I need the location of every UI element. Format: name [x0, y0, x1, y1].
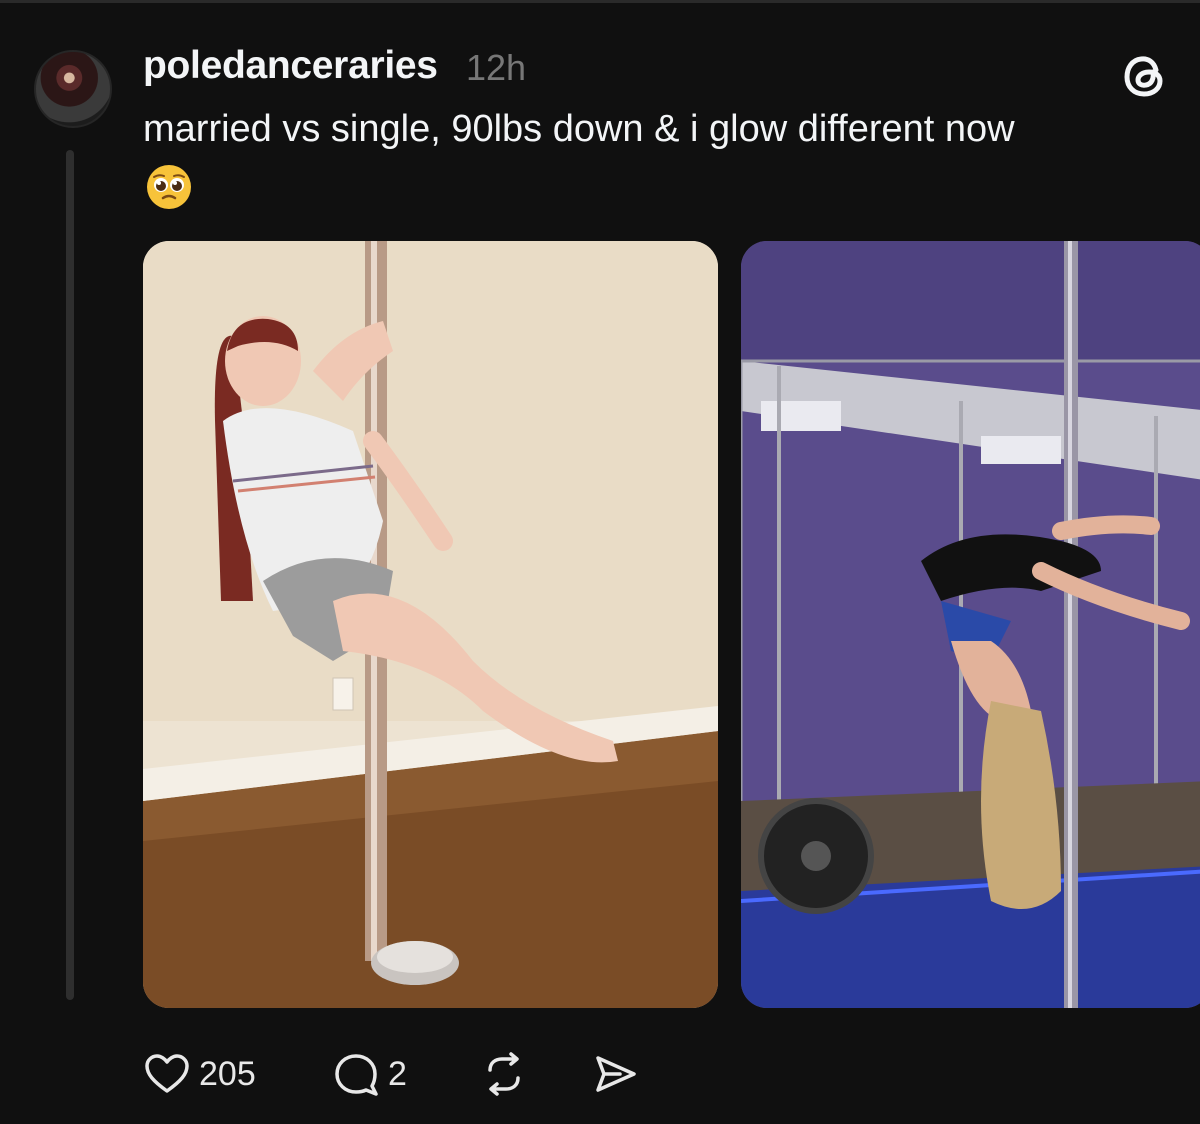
- like-count: 205: [199, 1054, 256, 1093]
- top-divider: [0, 0, 1200, 3]
- post-caption: married vs single, 90lbs down & i glow d…: [143, 108, 1015, 150]
- avatar[interactable]: [34, 50, 112, 128]
- after-photo[interactable]: [741, 241, 1200, 1008]
- like-button[interactable]: 205: [143, 1048, 256, 1100]
- threads-logo-icon[interactable]: [1120, 50, 1172, 102]
- repost-icon: [488, 1052, 520, 1096]
- reply-count: 2: [388, 1054, 407, 1093]
- timestamp: 12h: [466, 47, 527, 88]
- repost-button[interactable]: [480, 1048, 528, 1100]
- pleading-face-emoji: [147, 165, 191, 209]
- share-icon: [596, 1056, 636, 1092]
- before-photo[interactable]: [143, 241, 718, 1008]
- reply-button[interactable]: 2: [332, 1048, 407, 1100]
- heart-icon: [145, 1054, 189, 1093]
- thread-line: [66, 150, 74, 1000]
- share-button[interactable]: [590, 1048, 638, 1100]
- comment-icon: [335, 1054, 378, 1096]
- username[interactable]: poledanceraries: [143, 44, 438, 88]
